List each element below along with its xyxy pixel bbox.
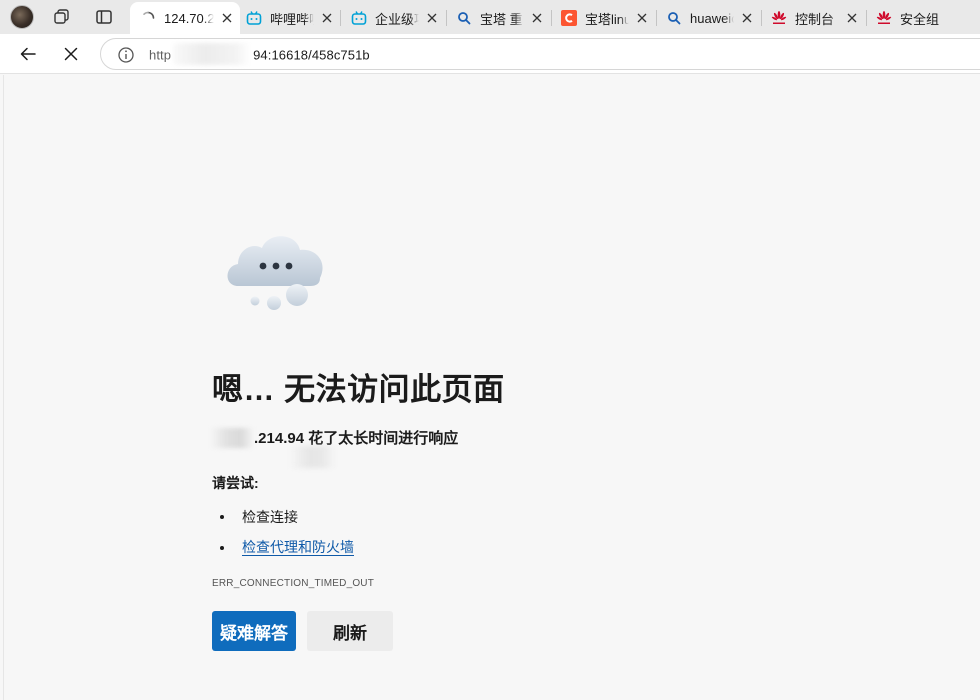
error-message: 花了太长时间进行响应: [304, 430, 459, 447]
redacted-host: [173, 43, 252, 65]
back-button[interactable]: [14, 40, 42, 68]
error-heading: 嗯… 无法访问此页面: [212, 372, 505, 407]
tab-strip: 124.70.2 哔哩哔哩 企业级项 宝塔 重: [0, 0, 980, 34]
tab-enterprise[interactable]: 企业级项: [341, 2, 445, 34]
error-code: ERR_CONNECTION_TIMED_OUT: [212, 578, 375, 589]
loading-spinner-icon: [140, 10, 156, 26]
try-label: 请尝试:: [212, 475, 259, 491]
bullet-dot: [220, 515, 224, 519]
tab-security-group[interactable]: 安全组: [866, 2, 980, 34]
troubleshoot-button[interactable]: 疑难解答: [212, 611, 296, 651]
address-url[interactable]: http 94:16618/458c751b: [149, 43, 370, 65]
tab-title: 宝塔 重: [480, 11, 523, 27]
close-icon[interactable]: [740, 11, 754, 25]
huawei-icon: [771, 10, 787, 26]
arrow-left-icon: [20, 47, 36, 61]
stop-loading-button[interactable]: [57, 40, 85, 68]
close-icon[interactable]: [425, 11, 439, 25]
redacted-host: [210, 427, 254, 448]
tab-bilibili[interactable]: 哔哩哔哩: [236, 2, 340, 34]
huawei-icon: [876, 10, 892, 26]
close-icon[interactable]: [845, 11, 859, 25]
tab-title: 哔哩哔哩: [270, 11, 314, 27]
close-icon[interactable]: [320, 11, 334, 25]
workspaces-icon[interactable]: [52, 7, 72, 27]
close-icon[interactable]: [220, 11, 234, 25]
close-icon[interactable]: [530, 11, 544, 25]
tab-title: 控制台: [795, 11, 835, 27]
csdn-icon: [561, 10, 577, 26]
bilibili-icon: [351, 10, 367, 26]
suggestion-text: 检查连接: [242, 509, 298, 525]
profile-avatar[interactable]: [10, 5, 34, 29]
close-icon[interactable]: [635, 11, 649, 25]
search-icon: [666, 10, 682, 26]
error-subline: .214.94 花了太长时间进行响应: [210, 427, 459, 448]
address-bar[interactable]: http 94:16618/458c751b: [100, 38, 980, 70]
tab-title: 安全组: [900, 11, 940, 27]
tab-title: 宝塔linu: [585, 11, 629, 27]
redaction-smudge: [290, 446, 336, 468]
suggestion-item: 检查代理和防火墙: [220, 539, 354, 556]
cloud-error-icon: [227, 236, 323, 310]
tab-active[interactable]: 124.70.2: [130, 2, 240, 34]
check-proxy-firewall-link[interactable]: 检查代理和防火墙: [242, 539, 354, 556]
info-icon[interactable]: [117, 46, 135, 64]
suggestion-item: 检查连接: [220, 507, 298, 527]
bullet-dot: [220, 545, 224, 550]
url-prefix: http: [149, 47, 172, 63]
tab-console[interactable]: 控制台: [761, 2, 865, 34]
toolbar: http 94:16618/458c751b: [0, 34, 980, 74]
error-host: .214.94: [254, 430, 305, 447]
tab-title: 企业级项: [375, 11, 419, 27]
tab-actions-icon[interactable]: [94, 7, 114, 27]
tab-title: 124.70.2: [164, 10, 214, 26]
refresh-button[interactable]: 刷新: [307, 611, 393, 651]
search-icon: [456, 10, 472, 26]
bilibili-icon: [246, 10, 262, 26]
tab-csdn[interactable]: 宝塔linu: [551, 2, 655, 34]
url-suffix: 94:16618/458c751b: [253, 47, 370, 63]
close-icon: [64, 47, 78, 61]
tab-huawei-search[interactable]: huaweic: [656, 2, 760, 34]
tab-baota-search[interactable]: 宝塔 重: [446, 2, 550, 34]
tab-title: huaweic: [690, 10, 734, 26]
